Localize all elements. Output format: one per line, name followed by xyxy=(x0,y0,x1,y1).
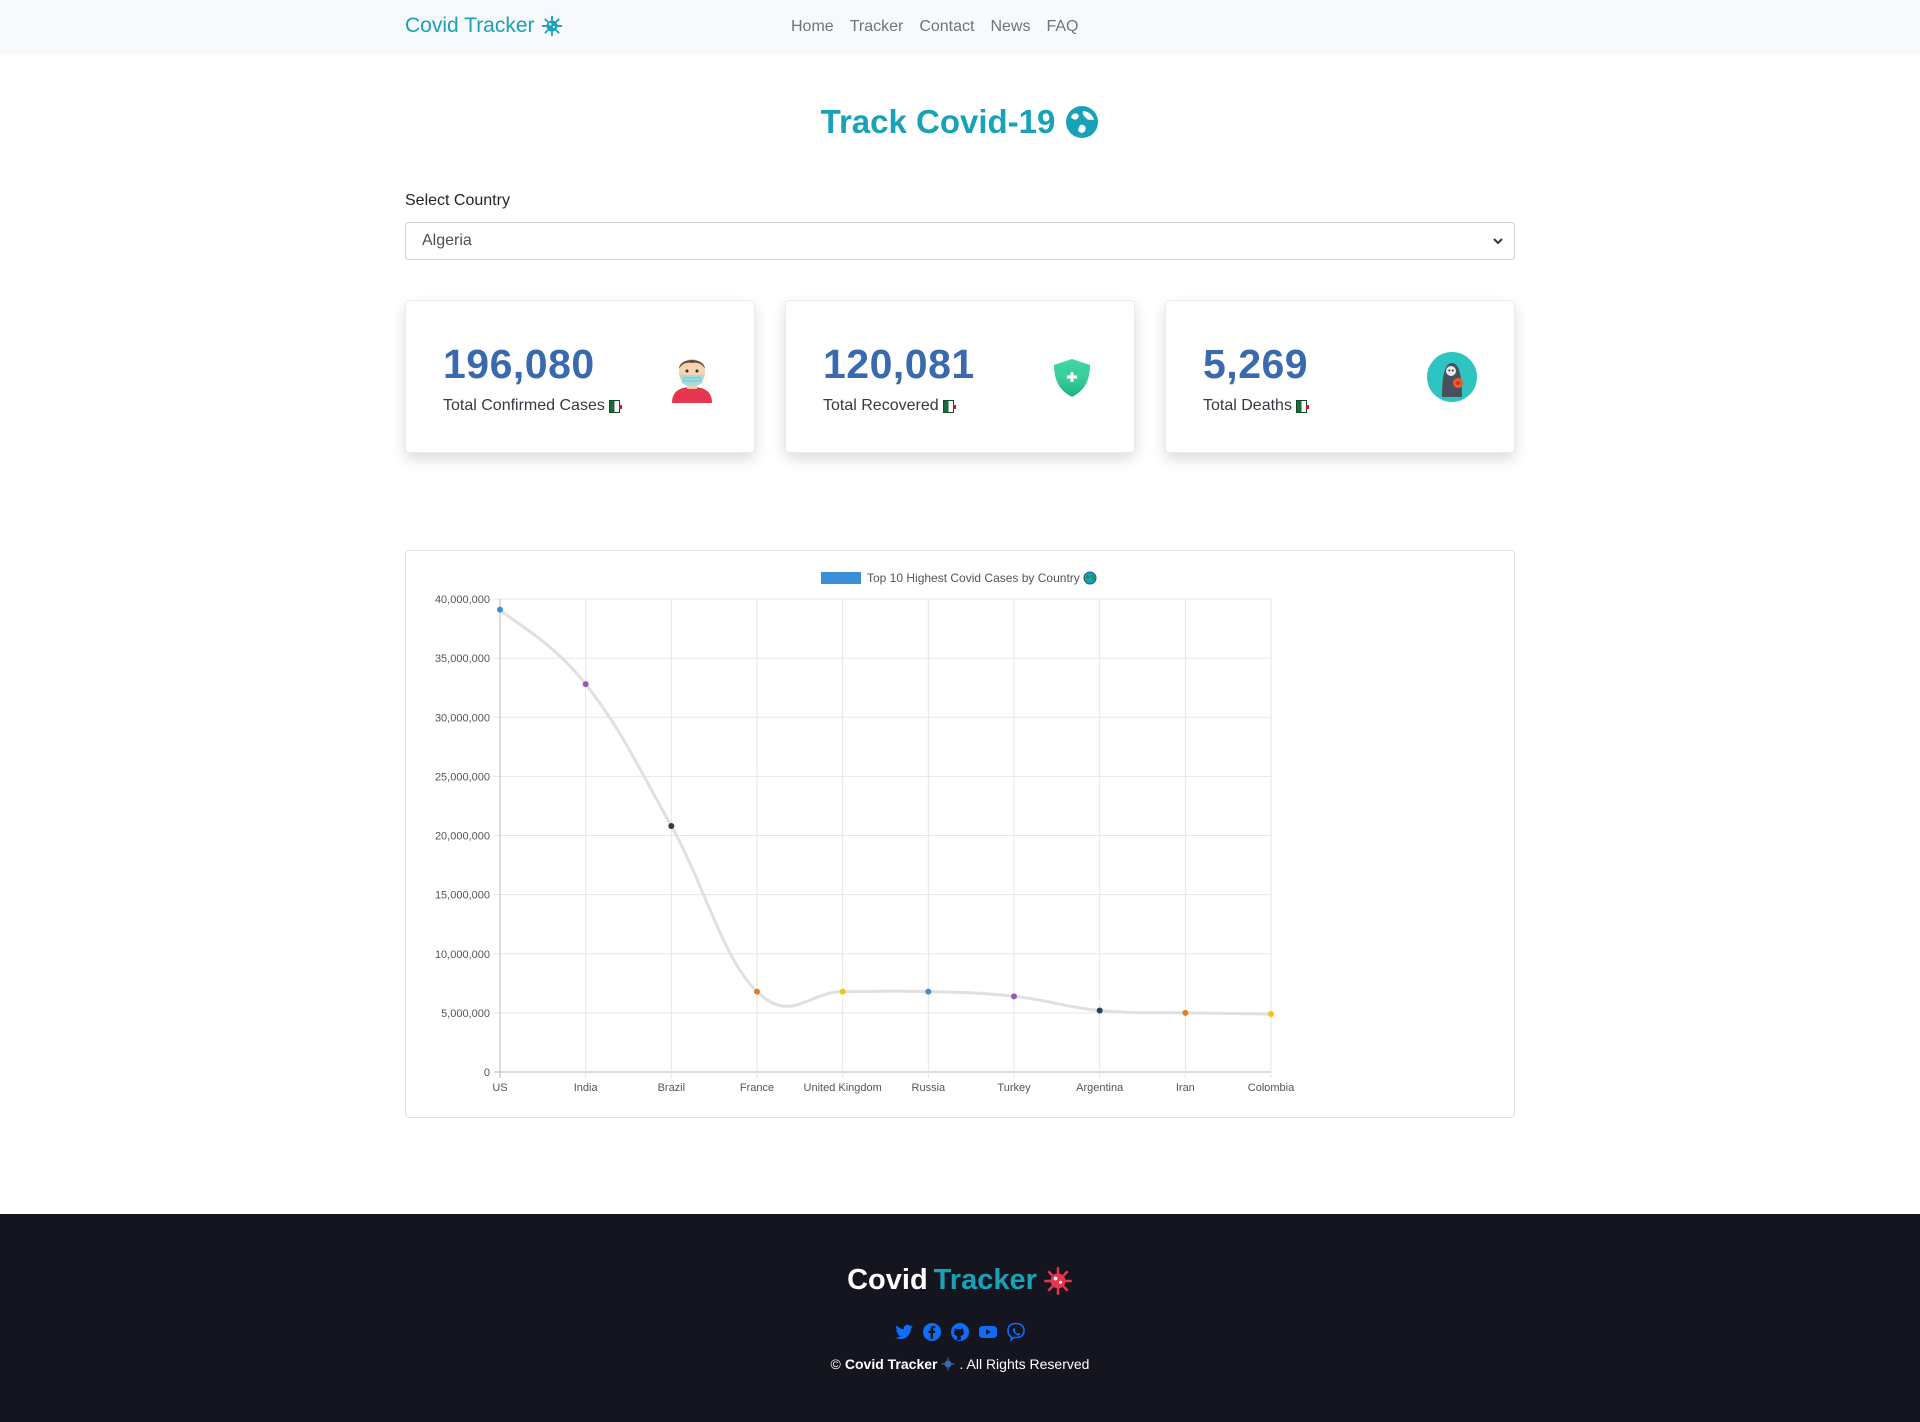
virus-icon xyxy=(541,15,562,37)
nav-links: Home Tracker Contact News FAQ xyxy=(791,18,1079,36)
data-point xyxy=(1182,1009,1189,1016)
confirmed-cases-number: 196,080 xyxy=(443,341,595,387)
x-tick-label: United Kingdom xyxy=(804,1082,882,1094)
algeria-flag-icon xyxy=(608,399,622,413)
algeria-flag-icon xyxy=(942,399,956,413)
recovered-number: 120,081 xyxy=(823,341,975,387)
facebook-icon[interactable] xyxy=(922,1322,942,1342)
y-tick-label: 40,000,000 xyxy=(435,594,490,606)
navbar: Covid Tracker Home Tracker Contact News … xyxy=(0,0,1920,54)
x-tick-label: US xyxy=(492,1082,507,1094)
page-title-text: Track Covid-19 xyxy=(820,103,1056,140)
deaths-label-row: Total Deaths xyxy=(1203,397,1309,415)
y-tick-label: 10,000,000 xyxy=(435,949,490,961)
copyright-brand: Covid Tracker xyxy=(844,1356,938,1372)
virus-icon xyxy=(942,1357,955,1371)
grim-reaper-icon xyxy=(1427,352,1477,402)
legend-label: Top 10 Highest Covid Cases by Country xyxy=(867,571,1080,585)
y-axis-ticks: 0 5,000,000 10,000,000 15,000,000 20,000,000… xyxy=(435,594,490,1079)
nav-link-faq[interactable]: FAQ xyxy=(1046,18,1078,36)
page-title: Track Covid-19 xyxy=(0,103,1920,141)
confirmed-cases-label: Total Confirmed Cases xyxy=(443,397,605,414)
deaths-label: Total Deaths xyxy=(1203,397,1292,414)
select-country-label: Select Country xyxy=(405,192,510,209)
footer-brand-tracker: Tracker xyxy=(933,1264,1037,1296)
virus-icon xyxy=(1044,1266,1072,1295)
chart-points xyxy=(497,606,1274,1018)
x-tick-label: India xyxy=(574,1082,599,1094)
nav-link-home[interactable]: Home xyxy=(791,18,834,36)
y-tick-label: 25,000,000 xyxy=(435,771,490,783)
shield-plus-icon xyxy=(1054,359,1090,397)
deaths-card: 5,269 Total Deaths xyxy=(1165,300,1515,453)
copyright-symbol: © xyxy=(830,1356,841,1372)
data-point xyxy=(1096,1007,1103,1014)
copyright: © Covid Tracker . All Rights Reserved xyxy=(0,1356,1920,1372)
globe-icon xyxy=(1066,106,1099,138)
deaths-number: 5,269 xyxy=(1203,341,1309,387)
y-tick-label: 30,000,000 xyxy=(435,712,490,724)
masked-person-icon xyxy=(672,359,712,403)
twitter-icon[interactable] xyxy=(894,1322,914,1342)
y-tick-label: 0 xyxy=(484,1067,490,1079)
chart-svg: Top 10 Highest Covid Cases by Country 0 5… xyxy=(435,571,1295,1094)
confirmed-cases-card: 196,080 Total Confirmed Cases xyxy=(405,300,755,453)
x-tick-label: Turkey xyxy=(997,1082,1031,1094)
x-tick-label: Colombia xyxy=(1248,1082,1295,1094)
y-tick-label: 35,000,000 xyxy=(435,653,490,665)
brand-link[interactable]: Covid Tracker xyxy=(405,14,563,38)
x-tick-label: Iran xyxy=(1176,1082,1195,1094)
y-tick-label: 15,000,000 xyxy=(435,890,490,902)
data-point xyxy=(668,823,675,830)
chevron-down-icon xyxy=(1493,238,1503,245)
recovered-label-row: Total Recovered xyxy=(823,397,956,415)
data-point xyxy=(582,681,589,688)
copyright-text: . All Rights Reserved xyxy=(959,1356,1090,1372)
confirmed-cases-label-row: Total Confirmed Cases xyxy=(443,397,622,415)
legend-globe-icon xyxy=(1083,571,1097,585)
data-point xyxy=(839,988,846,995)
chart-grid xyxy=(494,598,1272,1078)
social-links xyxy=(0,1322,1920,1342)
x-tick-label: Brazil xyxy=(658,1082,686,1094)
nav-link-contact[interactable]: Contact xyxy=(919,18,974,36)
country-select[interactable]: Algeria xyxy=(405,222,1515,260)
chart-legend[interactable]: Top 10 Highest Covid Cases by Country xyxy=(821,571,1097,585)
data-point xyxy=(1268,1011,1274,1018)
data-point xyxy=(754,988,760,995)
youtube-icon[interactable] xyxy=(978,1322,998,1342)
brand-text: Covid Tracker xyxy=(405,14,535,37)
data-point xyxy=(1011,993,1017,1000)
footer-brand-covid: Covid xyxy=(847,1264,928,1296)
data-point xyxy=(497,606,503,613)
github-icon[interactable] xyxy=(950,1322,970,1342)
x-tick-label: France xyxy=(740,1082,774,1094)
algeria-flag-icon xyxy=(1295,399,1309,413)
nav-link-news[interactable]: News xyxy=(990,18,1030,36)
y-tick-label: 5,000,000 xyxy=(441,1008,490,1020)
country-select-value: Algeria xyxy=(422,232,472,249)
data-point xyxy=(925,988,932,995)
nav-link-tracker[interactable]: Tracker xyxy=(850,18,904,36)
footer: Covid Tracker © Covid Tracker . All Righ… xyxy=(0,1214,1920,1422)
legend-swatch xyxy=(821,572,861,584)
x-axis-ticks: US India Brazil France United Kingdom Russia T… xyxy=(492,1082,1295,1094)
recovered-label: Total Recovered xyxy=(823,397,939,414)
x-tick-label: Russia xyxy=(912,1082,947,1094)
viber-icon[interactable] xyxy=(1006,1322,1026,1342)
top-countries-chart: Top 10 Highest Covid Cases by Country 0 5… xyxy=(405,550,1515,1118)
x-tick-label: Argentina xyxy=(1076,1082,1124,1094)
y-tick-label: 20,000,000 xyxy=(435,831,490,843)
recovered-card: 120,081 Total Recovered xyxy=(785,300,1135,453)
footer-brand: Covid Tracker xyxy=(0,1264,1920,1297)
